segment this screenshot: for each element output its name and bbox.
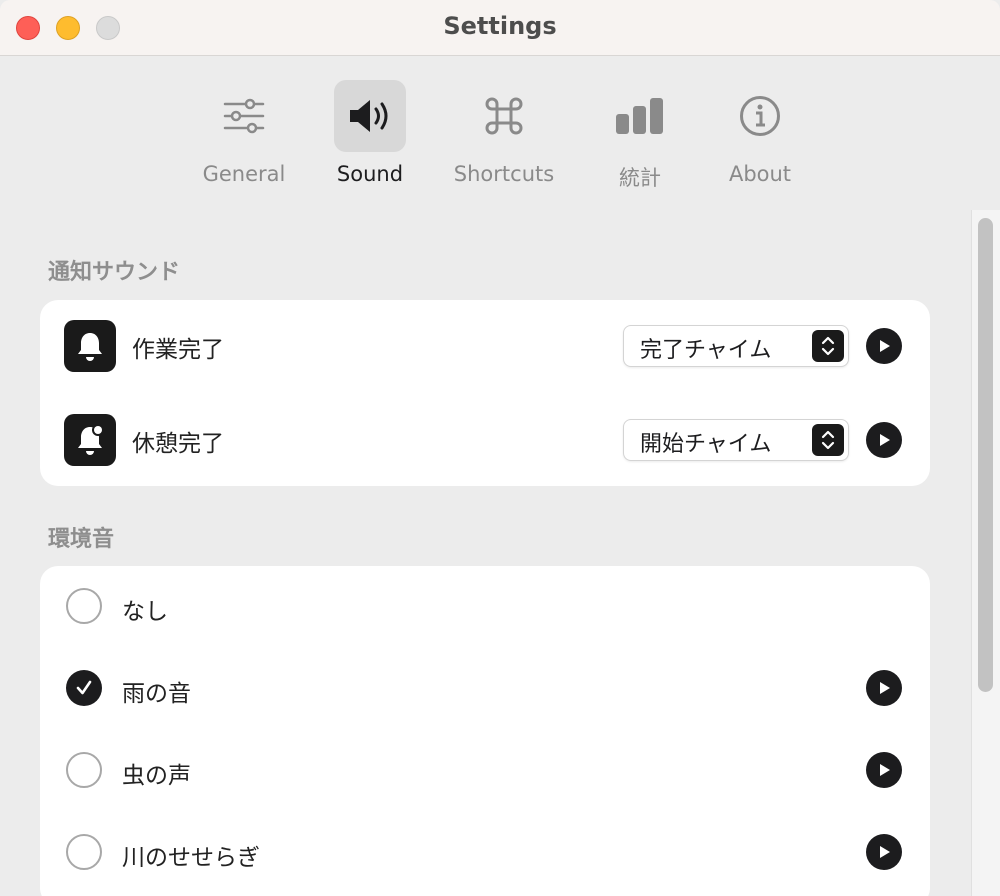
checkmark-icon [76, 680, 92, 695]
notification-row-work: 作業完了 完了チャイム [40, 300, 930, 392]
command-icon [468, 80, 540, 152]
title-bar: Settings [0, 0, 1000, 56]
play-icon [880, 682, 890, 694]
window-title: Settings [443, 12, 557, 40]
ambient-option-river[interactable]: 川のせせらぎ [40, 812, 930, 894]
notification-row-label: 作業完了 [132, 337, 224, 363]
tab-stats[interactable]: 統計 [580, 80, 700, 190]
scrollbar-thumb[interactable] [978, 218, 993, 692]
settings-tabs: General Sound Shortcuts 統計 About [0, 80, 1000, 200]
ambient-card: なし 雨の音 虫の声 川のせせらぎ [40, 566, 930, 896]
notification-card: 作業完了 完了チャイム 休憩完了 開始チャイム [40, 300, 930, 486]
ambient-option-label: 虫の声 [122, 763, 191, 789]
play-icon [880, 340, 890, 352]
bell-badge-icon [64, 414, 116, 466]
radio-button[interactable] [66, 588, 102, 624]
ambient-section-title: 環境音 [48, 527, 115, 552]
tab-sound-label: Sound [336, 162, 404, 186]
radio-button-checked[interactable] [66, 670, 102, 706]
chevron-up-down-icon [812, 330, 844, 362]
popup-value: 完了チャイム [640, 338, 772, 363]
notification-row-label: 休憩完了 [132, 431, 224, 457]
play-icon [880, 846, 890, 858]
popup-value: 開始チャイム [640, 432, 772, 457]
play-button-insects[interactable] [866, 752, 902, 788]
bar-chart-icon [604, 80, 676, 152]
play-icon [880, 764, 890, 776]
tab-shortcuts[interactable]: Shortcuts [444, 80, 564, 190]
sliders-icon [208, 80, 280, 152]
tab-about[interactable]: About [700, 80, 820, 190]
info-icon [724, 80, 796, 152]
radio-button[interactable] [66, 752, 102, 788]
settings-window: Settings General Sound Shortcuts 統計 Abou… [0, 0, 1000, 896]
play-icon [880, 434, 890, 446]
bell-icon [64, 320, 116, 372]
ambient-option-none[interactable]: なし [40, 566, 930, 648]
tab-stats-label: 統計 [619, 166, 661, 190]
tab-general[interactable]: General [184, 80, 304, 190]
play-button-rain[interactable] [866, 670, 902, 706]
ambient-option-label: なし [122, 599, 168, 625]
vertical-scrollbar[interactable] [971, 210, 1000, 896]
tab-shortcuts-label: Shortcuts [453, 162, 555, 186]
radio-button[interactable] [66, 834, 102, 870]
tab-sound[interactable]: Sound [310, 80, 430, 190]
chevron-up-down-icon [812, 424, 844, 456]
notification-section-title: 通知サウンド [48, 260, 181, 285]
speaker-icon [334, 80, 406, 152]
sound-popup-work[interactable]: 完了チャイム [623, 325, 849, 367]
notification-row-break: 休憩完了 開始チャイム [40, 394, 930, 486]
play-button-river[interactable] [866, 834, 902, 870]
ambient-option-label: 雨の音 [122, 681, 191, 707]
ambient-option-rain[interactable]: 雨の音 [40, 648, 930, 730]
ambient-option-insects[interactable]: 虫の声 [40, 730, 930, 812]
ambient-option-label: 川のせせらぎ [122, 845, 260, 871]
sound-popup-break[interactable]: 開始チャイム [623, 419, 849, 461]
play-button-break[interactable] [866, 422, 902, 458]
tab-general-label: General [202, 162, 286, 186]
tab-about-label: About [728, 162, 792, 186]
play-button-work[interactable] [866, 328, 902, 364]
